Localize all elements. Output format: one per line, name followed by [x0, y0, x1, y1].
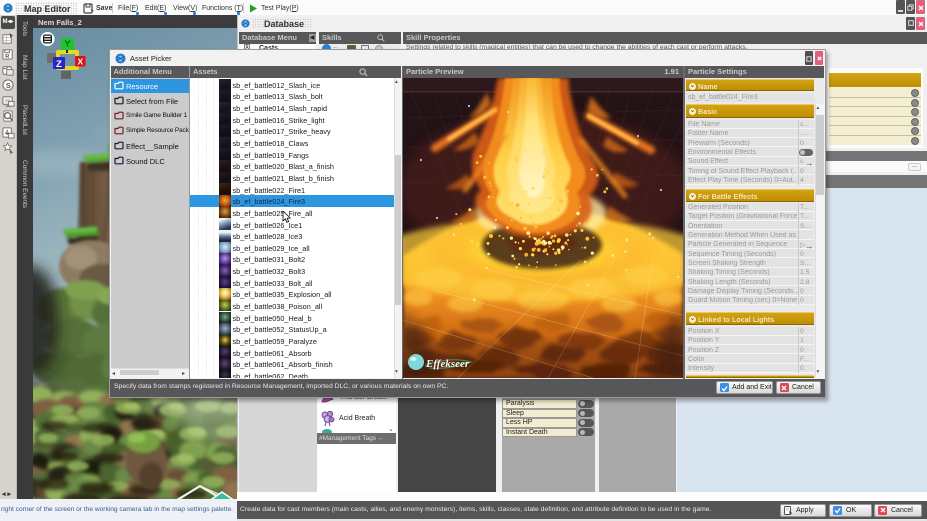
svg-text:S: S: [5, 81, 10, 90]
svg-text:Effekseer: Effekseer: [425, 358, 470, 370]
svg-text:R: R: [5, 54, 9, 60]
svg-text:X: X: [78, 57, 84, 67]
svg-text:Z: Z: [56, 59, 62, 70]
